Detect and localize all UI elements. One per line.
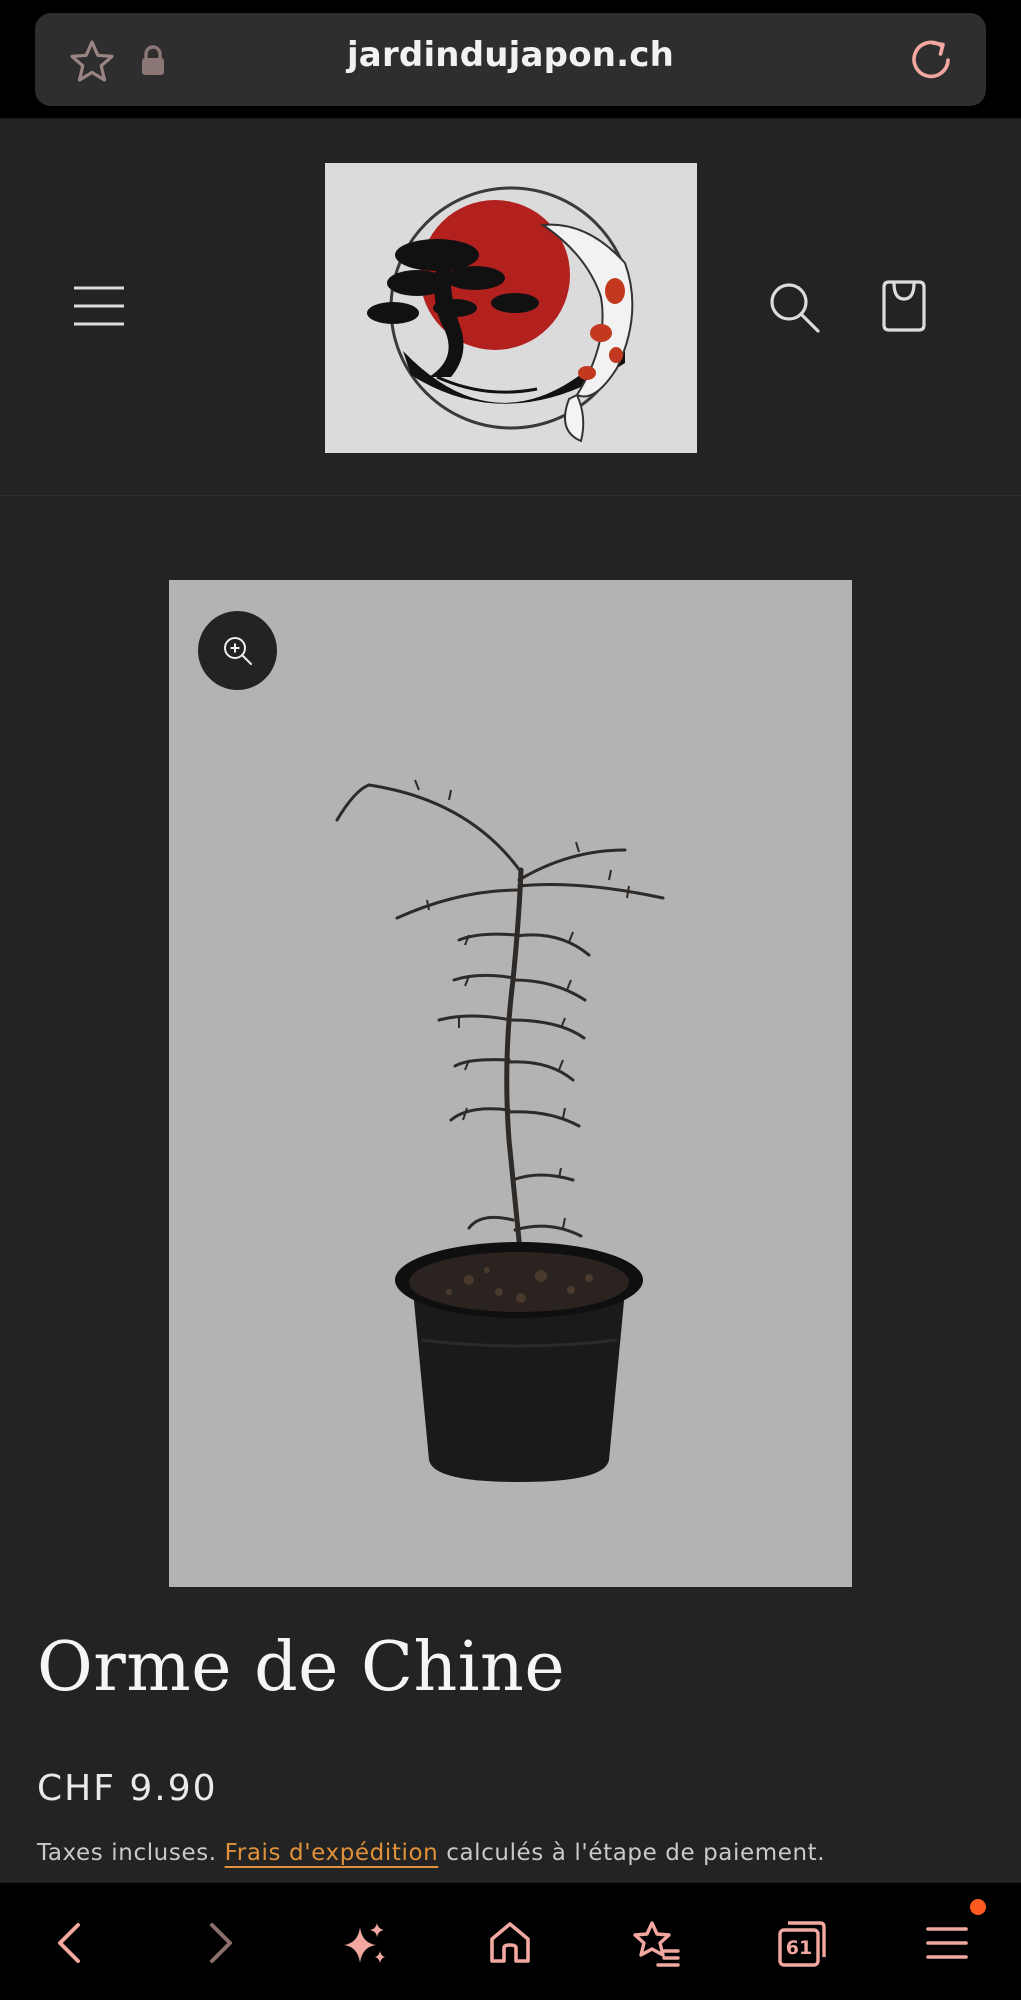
tax-suffix-text: calculés à l'étape de paiement.	[446, 1840, 826, 1866]
browser-toolbar: jardindujapon.ch	[0, 0, 1021, 118]
tax-included-text: Taxes incluses.	[37, 1840, 217, 1866]
home-icon[interactable]	[484, 1917, 536, 1969]
zoom-button[interactable]	[198, 611, 277, 690]
url-text[interactable]: jardindujapon.ch	[35, 35, 986, 75]
address-bar[interactable]: jardindujapon.ch	[35, 13, 986, 106]
menu-icon[interactable]	[70, 281, 128, 331]
search-icon[interactable]	[766, 279, 822, 335]
cart-icon[interactable]	[876, 277, 932, 335]
browser-bottom-bar: 61	[0, 1882, 1021, 2000]
reload-icon[interactable]	[906, 35, 956, 85]
forward-icon[interactable]	[194, 1917, 246, 1969]
tax-note: Taxes incluses. Frais d'expédition calcu…	[37, 1840, 987, 1866]
browser-menu-icon[interactable]	[922, 1917, 974, 1969]
notification-dot	[970, 1899, 986, 1915]
sparkle-icon[interactable]	[338, 1917, 390, 1969]
back-icon[interactable]	[44, 1917, 96, 1969]
site-header	[0, 118, 1021, 496]
bookmarks-icon[interactable]	[630, 1917, 682, 1969]
product-image[interactable]	[169, 580, 852, 1587]
product-price: CHF 9.90	[37, 1768, 218, 1809]
page: jardindujapon.ch Orme de Chine CHF 9.90 …	[0, 0, 1021, 2000]
logo-graphic	[367, 186, 634, 443]
tabs-count: 61	[785, 1937, 813, 1959]
tabs-button[interactable]: 61	[776, 1917, 828, 1969]
site-logo[interactable]	[325, 163, 697, 453]
zoom-in-icon	[223, 636, 252, 665]
shipping-fees-link[interactable]: Frais d'expédition	[225, 1840, 439, 1866]
product-title: Orme de Chine	[37, 1628, 566, 1707]
product-photo-plant	[335, 779, 665, 1482]
